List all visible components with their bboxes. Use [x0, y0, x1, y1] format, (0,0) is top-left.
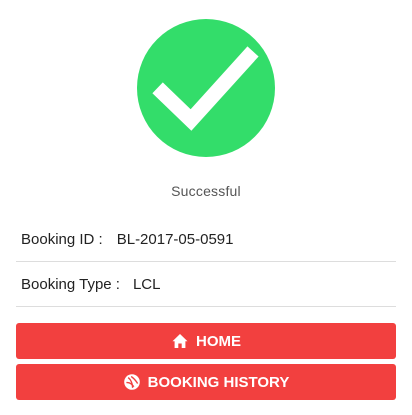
booking-history-icon — [123, 373, 141, 391]
home-icon — [171, 332, 189, 350]
booking-id-row: Booking ID : BL-2017-05-0591 — [16, 217, 396, 262]
booking-type-value: LCL — [132, 275, 161, 293]
booking-history-button[interactable]: BOOKING HISTORY — [16, 364, 396, 400]
booking-id-label: Booking ID : — [21, 230, 103, 248]
checkmark-icon — [152, 46, 259, 131]
home-button-label: HOME — [196, 332, 241, 350]
status-text: Successful — [171, 183, 241, 199]
booking-type-label: Booking Type : — [21, 275, 120, 293]
booking-type-row: Booking Type : LCL — [16, 262, 396, 307]
home-button[interactable]: HOME — [16, 323, 396, 359]
booking-history-button-label: BOOKING HISTORY — [147, 373, 290, 391]
booking-id-value: BL-2017-05-0591 — [116, 230, 234, 248]
success-check-icon — [137, 19, 275, 157]
